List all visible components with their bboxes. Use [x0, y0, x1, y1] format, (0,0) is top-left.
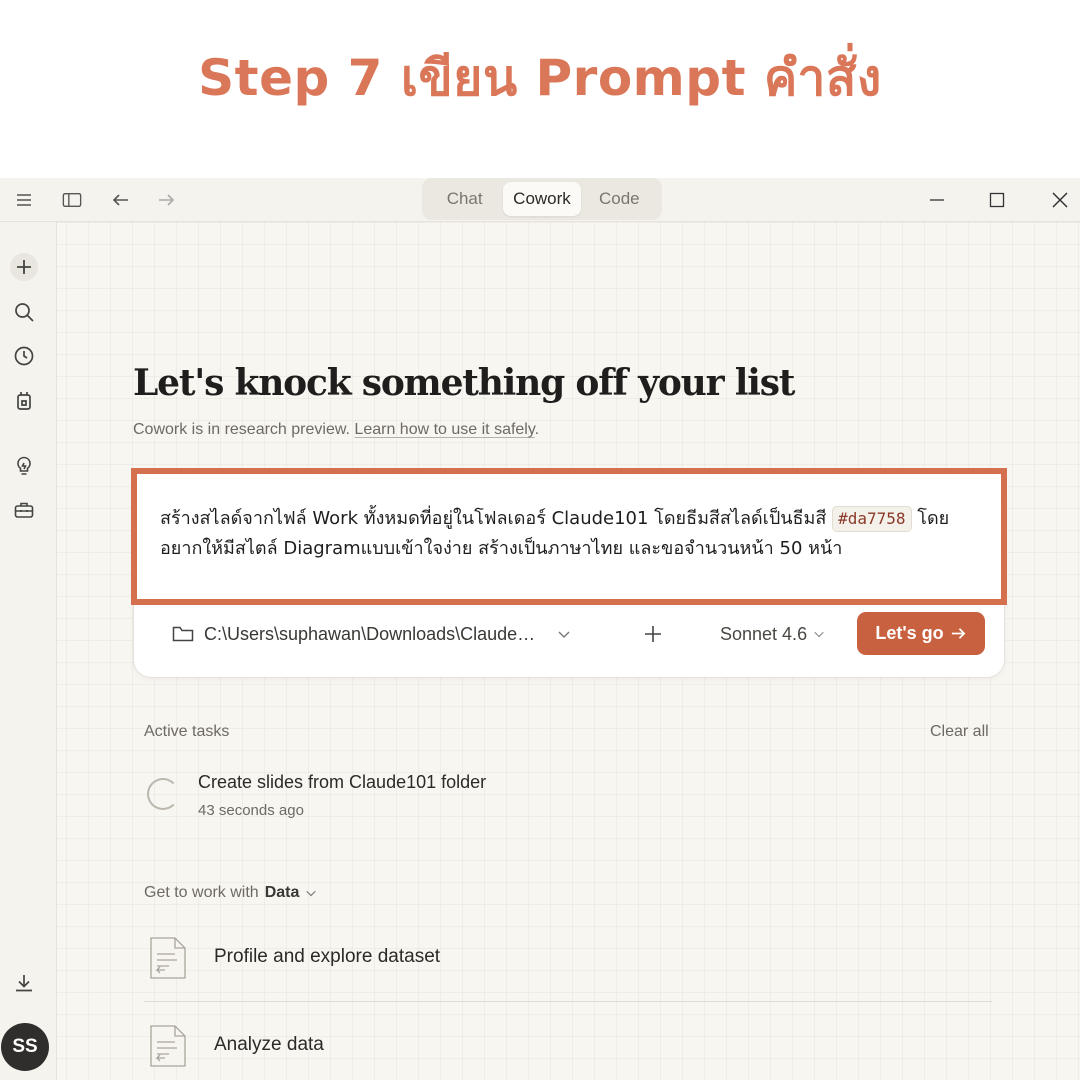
research-preview-note: Cowork is in research preview. Learn how… — [133, 421, 539, 439]
lightbulb-icon[interactable] — [10, 452, 38, 480]
mode-switch: Chat Cowork Code — [422, 178, 662, 220]
plus-icon[interactable] — [10, 253, 38, 281]
color-code-chip: #da7758 — [832, 506, 912, 532]
task-title: Create slides from Claude101 folder — [198, 772, 487, 792]
forward-arrow-icon[interactable] — [154, 188, 178, 212]
clock-icon[interactable] — [10, 342, 38, 370]
search-icon[interactable] — [10, 298, 38, 326]
banner-title: Step 7 เขียน Prompt คำสั่ง — [198, 48, 882, 107]
folder-selector[interactable]: C:\Users\suphawan\Downloads\Claude… — [172, 621, 571, 647]
suggestion-item[interactable]: Profile and explore dataset — [144, 924, 992, 994]
chevron-down-icon — [306, 890, 317, 897]
scheduled-icon[interactable] — [10, 387, 38, 415]
suggestion-divider — [144, 1001, 992, 1002]
tab-cowork[interactable]: Cowork — [503, 182, 581, 216]
chevron-down-icon — [558, 631, 570, 638]
model-selector[interactable]: Sonnet 4.6 — [720, 621, 825, 647]
go-label: Let's go — [875, 623, 944, 643]
model-name: Sonnet 4.6 — [720, 623, 808, 644]
prompt-text-part1: สร้างสไลด์จากไฟล์ Work ทั้งหมดที่อยู่ในโ… — [160, 508, 833, 529]
folder-path: C:\Users\suphawan\Downloads\Claude… — [204, 623, 536, 644]
minimize-icon[interactable] — [923, 186, 951, 214]
lets-go-button[interactable]: Let's go — [857, 612, 985, 655]
titlebar: Chat Cowork Code — [0, 178, 1080, 222]
learn-safety-link[interactable]: Learn how to use it safely — [354, 421, 534, 438]
download-icon[interactable] — [10, 969, 38, 997]
app-window: Chat Cowork Code SS Let's knock somethin… — [0, 178, 1080, 1080]
suggestion-item[interactable]: Analyze data — [144, 1012, 992, 1080]
active-tasks-heading: Active tasks — [144, 723, 230, 740]
toolbox-icon[interactable] — [10, 496, 38, 524]
sidebar-toggle-icon[interactable] — [60, 188, 84, 212]
prompt-input[interactable]: สร้างสไลด์จากไฟล์ Work ทั้งหมดที่อยู่ในโ… — [160, 504, 980, 564]
folder-icon — [172, 626, 194, 642]
subline-prefix: Cowork is in research preview. — [133, 421, 355, 438]
sidebar: SS — [0, 222, 57, 1080]
loading-spinner-icon — [147, 778, 179, 810]
task-item[interactable]: Create slides from Claude101 folder 43 s… — [144, 768, 1004, 828]
document-icon — [150, 937, 186, 979]
close-icon[interactable] — [1046, 186, 1074, 214]
add-attachment-button[interactable] — [640, 621, 666, 647]
menu-icon[interactable] — [12, 188, 36, 212]
work-category-selector[interactable]: Get to work with Data — [144, 884, 317, 902]
arrow-right-icon — [951, 628, 966, 639]
page-title: Let's knock something off your list — [133, 362, 795, 404]
work-category: Data — [264, 884, 300, 901]
task-timestamp: 43 seconds ago — [198, 802, 304, 819]
avatar[interactable]: SS — [1, 1023, 49, 1071]
tab-code[interactable]: Code — [581, 182, 658, 216]
document-icon — [150, 1025, 186, 1067]
chevron-down-icon — [814, 631, 824, 638]
back-arrow-icon[interactable] — [109, 188, 133, 212]
clear-all-button[interactable]: Clear all — [930, 723, 989, 741]
subline-suffix: . — [534, 421, 540, 438]
suggestion-label: Profile and explore dataset — [214, 946, 441, 967]
step-banner: Step 7 เขียน Prompt คำสั่ง — [0, 0, 1080, 178]
tab-chat[interactable]: Chat — [426, 182, 503, 216]
suggestion-label: Analyze data — [214, 1034, 324, 1055]
maximize-icon[interactable] — [983, 186, 1011, 214]
plus-icon — [645, 626, 661, 642]
work-with-prefix: Get to work with — [144, 884, 259, 901]
